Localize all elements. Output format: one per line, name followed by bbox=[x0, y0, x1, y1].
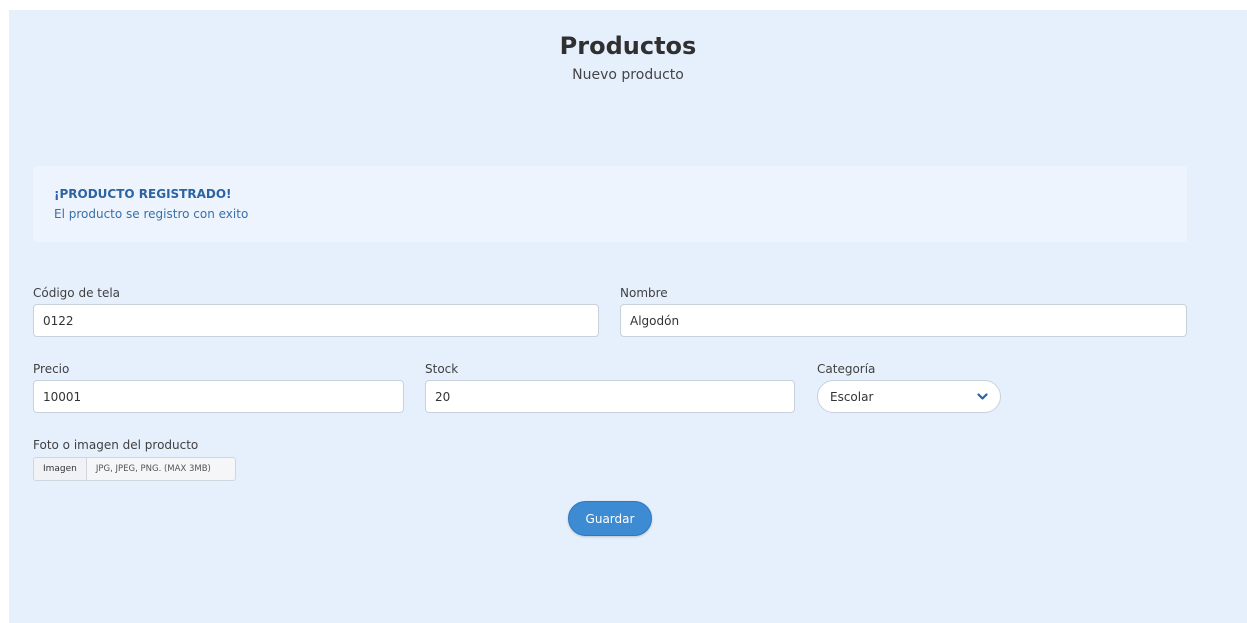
precio-input[interactable] bbox=[33, 380, 404, 413]
foto-label: Foto o imagen del producto bbox=[33, 438, 199, 452]
nombre-label: Nombre bbox=[620, 286, 668, 300]
codigo-input[interactable] bbox=[33, 304, 599, 337]
main-panel: Productos Nuevo producto ¡PRODUCTO REGIS… bbox=[9, 10, 1247, 623]
stock-label: Stock bbox=[425, 362, 459, 376]
choose-image-button[interactable]: Imagen bbox=[34, 458, 87, 480]
categoria-value: Escolar bbox=[830, 389, 874, 404]
precio-label: Precio bbox=[33, 362, 70, 376]
stock-input[interactable] bbox=[425, 380, 795, 413]
codigo-label: Código de tela bbox=[33, 286, 121, 300]
page-title: Productos bbox=[559, 32, 697, 60]
success-alert: ¡PRODUCTO REGISTRADO! El producto se reg… bbox=[33, 166, 1187, 242]
alert-title: ¡PRODUCTO REGISTRADO! bbox=[54, 187, 232, 201]
save-button[interactable]: Guardar bbox=[568, 501, 652, 536]
nombre-input[interactable] bbox=[620, 304, 1187, 337]
file-input[interactable]: Imagen JPG, JPEG, PNG. (MAX 3MB) bbox=[33, 457, 236, 481]
file-format-hint: JPG, JPEG, PNG. (MAX 3MB) bbox=[95, 464, 211, 474]
page-subtitle: Nuevo producto bbox=[572, 67, 684, 83]
categoria-select[interactable]: Escolar bbox=[817, 380, 1001, 413]
chevron-down-icon bbox=[976, 391, 988, 403]
categoria-label: Categoría bbox=[817, 362, 876, 376]
alert-message: El producto se registro con exito bbox=[54, 207, 249, 221]
